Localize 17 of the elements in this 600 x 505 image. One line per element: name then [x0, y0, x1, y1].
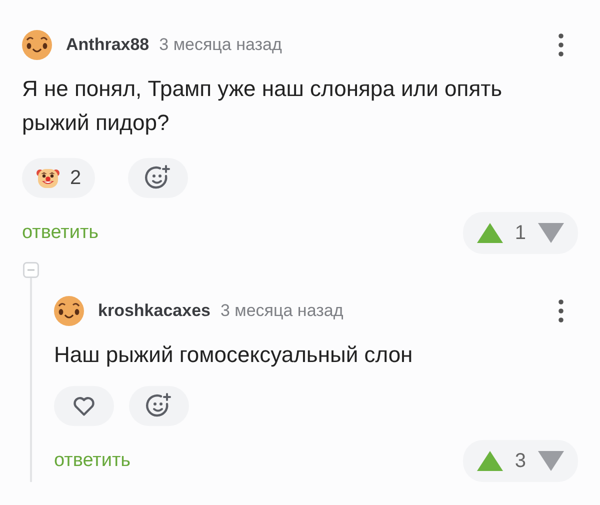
rating-count: 1	[514, 222, 526, 244]
author-name[interactable]: kroshkacaxes	[98, 301, 210, 321]
more-icon[interactable]	[558, 299, 564, 323]
rating-count: 3	[514, 450, 526, 472]
comment-time: 3 месяца назад	[159, 35, 282, 55]
comment-text: Наш рыжий гомосексуальный слон	[54, 341, 414, 369]
avatar-icon[interactable]	[22, 30, 52, 60]
clown-face-icon	[36, 166, 60, 190]
add-reaction-button[interactable]	[128, 158, 188, 198]
like-button[interactable]	[54, 386, 114, 426]
more-icon[interactable]	[558, 33, 564, 57]
add-reaction-button[interactable]	[129, 386, 189, 426]
comment-text: Я не понял, Трамп уже наш слоняра или опять рыжий пидор?	[22, 75, 504, 137]
comment-time: 3 месяца назад	[220, 301, 344, 321]
avatar-icon[interactable]	[54, 296, 84, 326]
author-name[interactable]: Anthrax88	[66, 35, 150, 55]
reaction-button[interactable]: 2	[22, 158, 96, 198]
